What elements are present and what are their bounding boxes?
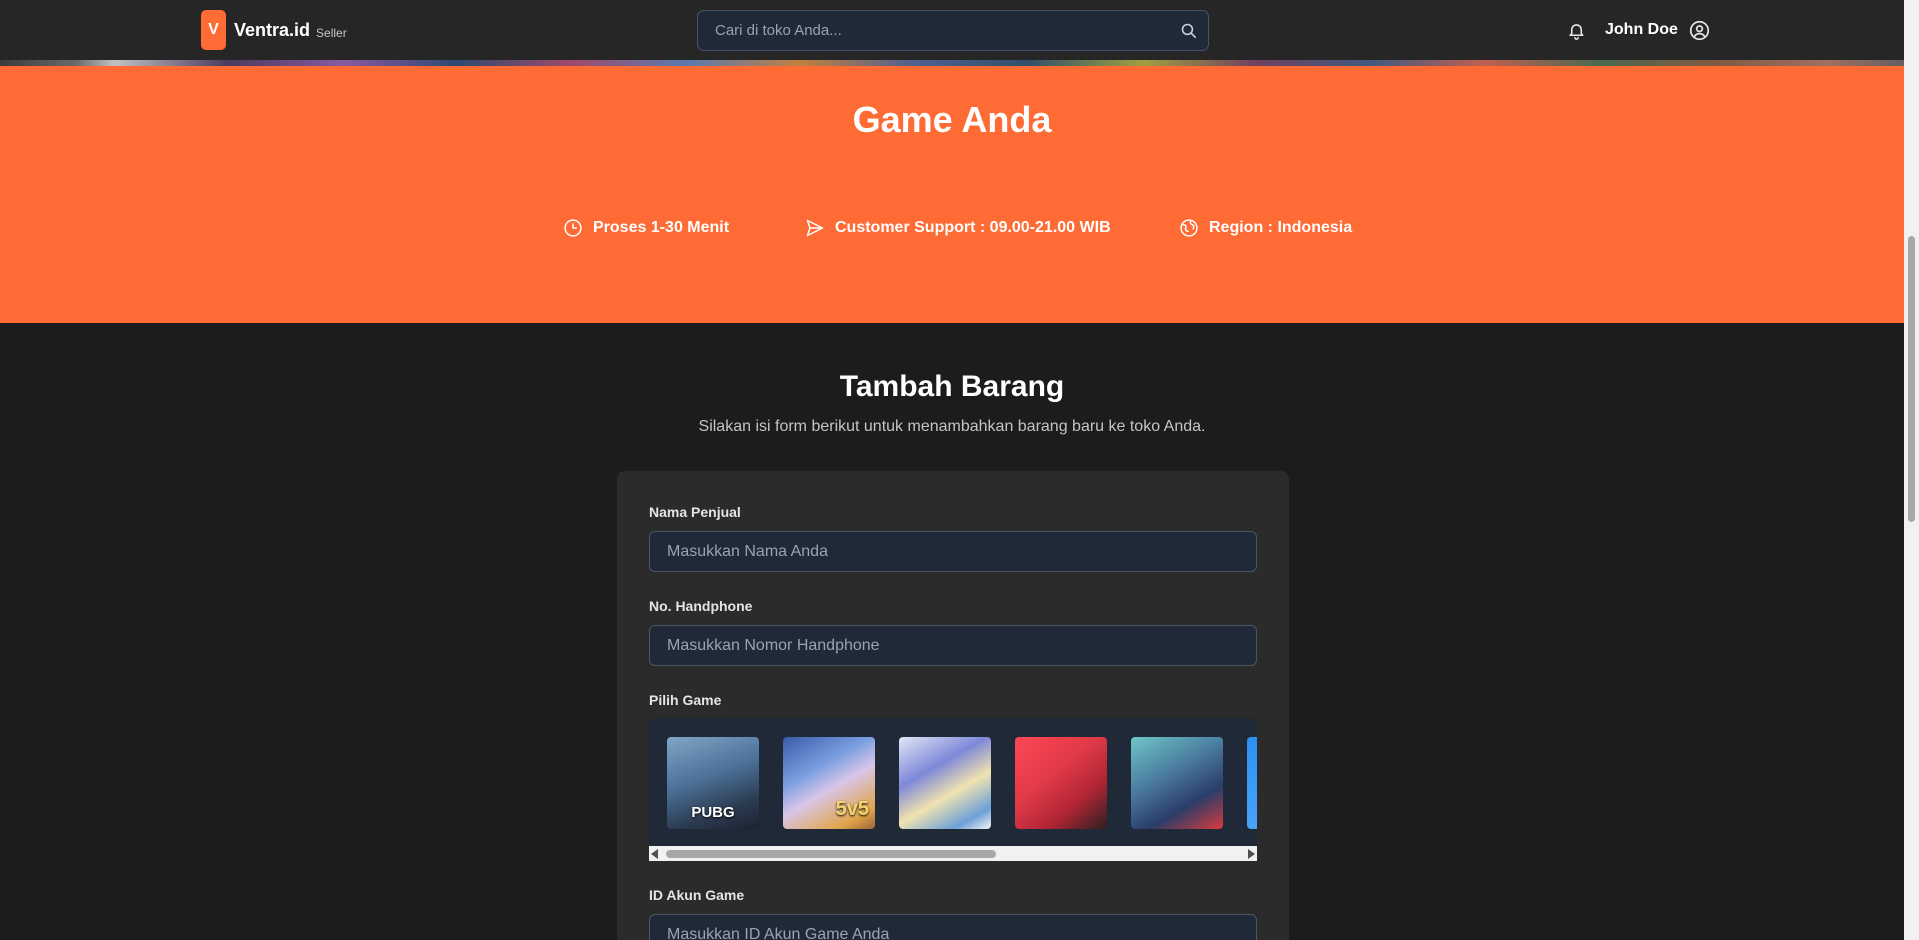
hero-banner: Game Anda Proses 1-30 Menit Customer Sup…	[0, 66, 1904, 323]
username[interactable]: John Doe	[1605, 21, 1678, 39]
feature-text: Region : Indonesia	[1209, 219, 1353, 236]
form-title: Tambah Barang	[839, 370, 1065, 403]
user-area: John Doe	[1565, 17, 1711, 43]
game-option-pubg[interactable]: PUBG	[667, 737, 759, 829]
bell-icon[interactable]	[1565, 19, 1587, 41]
page-scroll-thumb[interactable]	[1908, 236, 1915, 522]
page-scrollbar[interactable]	[1904, 0, 1919, 940]
brand-logo: V	[201, 10, 226, 50]
feature-text: Proses 1-30 Menit	[593, 219, 730, 236]
phone-input[interactable]	[650, 626, 1256, 665]
search-input[interactable]	[698, 22, 1168, 39]
top-navbar: V Ventra.id Seller John Doe	[0, 0, 1904, 60]
game-tag: PUBG	[691, 804, 735, 821]
scroll-left-arrow-icon[interactable]	[651, 849, 658, 859]
game-option-more[interactable]	[1247, 737, 1257, 829]
search-icon[interactable]	[1168, 22, 1208, 39]
seller-name-field	[649, 531, 1257, 572]
form-subtitle: Silakan isi form berikut untuk menambahk…	[698, 418, 1206, 435]
game-carousel-scrollbar[interactable]	[649, 846, 1257, 861]
game-select-label: Pilih Game	[649, 692, 722, 708]
search-bar	[697, 10, 1209, 51]
feature-text: Customer Support : 09.00-21.00 WIB	[835, 219, 1111, 236]
globe-icon	[1178, 217, 1200, 239]
game-option-valorant[interactable]	[1015, 737, 1107, 829]
game-tag: 5v5	[835, 798, 869, 820]
scroll-right-arrow-icon[interactable]	[1248, 849, 1255, 859]
hero-title: Game Anda	[852, 99, 1052, 140]
brand[interactable]: V Ventra.id Seller	[201, 10, 347, 50]
phone-field	[649, 625, 1257, 666]
game-carousel[interactable]: PUBG 5v5	[649, 718, 1257, 846]
brand-name: Ventra.id	[234, 19, 311, 40]
game-account-field	[649, 914, 1257, 940]
banner-image-strip	[0, 60, 1904, 66]
feature-region: Region : Indonesia	[1178, 217, 1352, 239]
game-account-input[interactable]	[650, 915, 1256, 940]
game-option-genshin[interactable]	[899, 737, 991, 829]
game-option-mobile-legends[interactable]: 5v5	[783, 737, 875, 829]
seller-name-input[interactable]	[650, 532, 1256, 571]
feature-support: Customer Support : 09.00-21.00 WIB	[804, 217, 1111, 239]
brand-tag: Seller	[316, 25, 347, 40]
game-option-free-fire[interactable]	[1131, 737, 1223, 829]
phone-label: No. Handphone	[649, 598, 753, 614]
seller-name-label: Nama Penjual	[649, 504, 741, 520]
scroll-thumb[interactable]	[666, 850, 996, 858]
send-icon	[804, 217, 826, 239]
clock-icon	[562, 217, 584, 239]
add-item-form: Nama Penjual No. Handphone Pilih Game PU…	[617, 471, 1289, 940]
user-circle-icon[interactable]	[1689, 19, 1711, 41]
game-account-label: ID Akun Game	[649, 887, 745, 903]
feature-process-time: Proses 1-30 Menit	[562, 217, 729, 239]
